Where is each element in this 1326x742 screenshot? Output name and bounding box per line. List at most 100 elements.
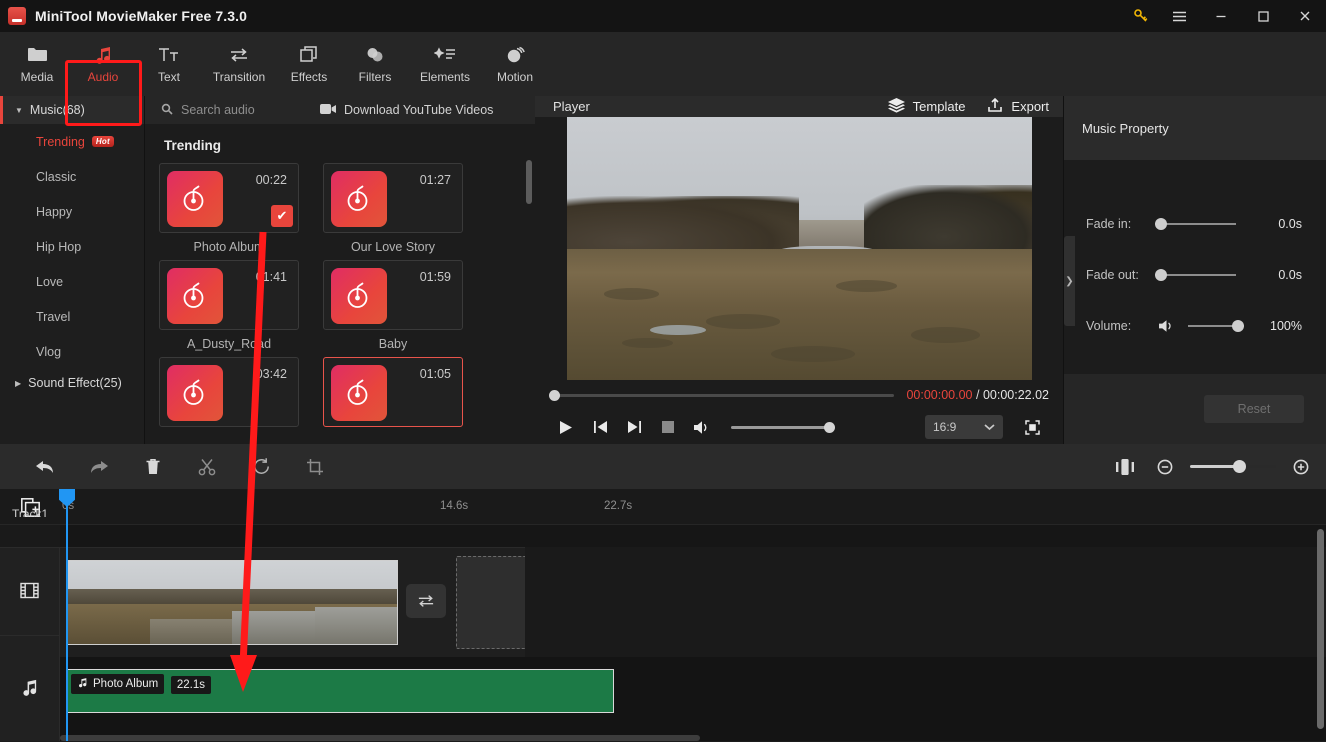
play-icon[interactable] <box>549 412 583 442</box>
ribbon-item-effects[interactable]: Effects <box>276 32 342 96</box>
fade-in-knob[interactable] <box>1155 217 1167 230</box>
sidebar-group-sound-effect[interactable]: ▶ Sound Effect(25) <box>0 369 144 397</box>
audio-card[interactable]: 00:22 ✔ Photo Album <box>159 163 299 254</box>
ribbon-label-audio: Audio <box>87 70 119 84</box>
library-scroll-area[interactable]: Trending 00:22 ✔ Photo Album 01:27 Our L… <box>145 124 535 444</box>
audio-card-box[interactable]: 00:22 ✔ <box>159 163 299 233</box>
fullscreen-icon[interactable] <box>1015 412 1049 442</box>
aspect-ratio-select[interactable]: 16:9 <box>925 415 1003 439</box>
audio-card-box[interactable]: 01:41 <box>159 260 299 330</box>
chevron-right-icon[interactable]: ❯ <box>1064 236 1075 326</box>
timecode-current: 00:00:00.00 <box>906 388 973 402</box>
audio-card[interactable]: 01:05 <box>323 357 463 434</box>
audio-card-name: Baby <box>378 337 408 351</box>
audio-card[interactable]: 01:27 Our Love Story <box>323 163 463 254</box>
reset-button[interactable]: Reset <box>1204 395 1304 423</box>
minimize-icon[interactable] <box>1200 0 1242 32</box>
template-button[interactable]: Template <box>887 97 965 116</box>
redo-icon[interactable] <box>72 445 126 489</box>
ribbon-item-motion[interactable]: Motion <box>482 32 548 96</box>
audio-card-box[interactable]: 01:05 <box>323 357 463 427</box>
volume-knob[interactable] <box>824 421 835 433</box>
player-title: Player <box>553 99 590 114</box>
fade-out-label: Fade out: <box>1086 267 1139 282</box>
volume-property-knob[interactable] <box>1232 319 1244 332</box>
timeline-ruler[interactable]: 0s 14.6s 22.7s <box>0 489 1326 525</box>
audio-card[interactable]: 01:59 Baby <box>323 260 463 351</box>
audio-card-box[interactable]: 01:59 <box>323 260 463 330</box>
sidebar-item-hip-hop[interactable]: Hip Hop <box>0 229 144 264</box>
sidebar-item-classic[interactable]: Classic <box>0 159 144 194</box>
playhead[interactable] <box>59 489 75 741</box>
video-clip[interactable] <box>66 560 398 645</box>
transition-slot-button[interactable] <box>406 584 446 618</box>
audio-clip[interactable]: Photo Album 22.1s <box>66 669 614 713</box>
rotate-icon[interactable] <box>234 445 288 489</box>
undo-icon[interactable] <box>18 445 72 489</box>
seek-knob[interactable] <box>549 389 560 401</box>
timeline-horizontal-scrollbar[interactable] <box>60 735 700 741</box>
audio-track-lane[interactable]: Photo Album 22.1s <box>60 657 1326 741</box>
hamburger-menu-icon[interactable] <box>1158 0 1200 32</box>
zoom-slider-knob[interactable] <box>1233 460 1246 473</box>
fade-out-slider[interactable] <box>1155 268 1236 281</box>
video-track-header[interactable] <box>0 547 60 635</box>
zoom-in-icon[interactable] <box>1290 445 1312 489</box>
close-icon[interactable] <box>1284 0 1326 32</box>
sidebar-item-love[interactable]: Love <box>0 264 144 299</box>
ribbon-item-transition[interactable]: Transition <box>202 32 276 96</box>
music-disc-icon <box>167 171 223 227</box>
volume-slider[interactable] <box>731 421 835 433</box>
fit-to-screen-icon[interactable] <box>1110 445 1140 489</box>
video-thumbnail <box>149 561 232 644</box>
scissors-icon[interactable] <box>180 445 234 489</box>
ribbon-item-media[interactable]: Media <box>4 32 70 96</box>
zoom-out-icon[interactable] <box>1154 445 1176 489</box>
sidebar-item-trending[interactable]: Trending Hot <box>0 124 144 159</box>
fade-in-label: Fade in: <box>1086 216 1132 231</box>
next-frame-icon[interactable] <box>617 412 651 442</box>
sidebar-item-happy[interactable]: Happy <box>0 194 144 229</box>
ribbon-label-media: Media <box>20 70 54 84</box>
timeline-vertical-scrollbar[interactable] <box>1317 529 1324 729</box>
audio-card-duration: 03:42 <box>255 367 287 381</box>
ribbon-item-text[interactable]: Text <box>136 32 202 96</box>
audio-card-box[interactable]: 03:42 <box>159 357 299 427</box>
ribbon-item-filters[interactable]: Filters <box>342 32 408 96</box>
crop-icon[interactable] <box>288 445 342 489</box>
checkmark-icon[interactable]: ✔ <box>271 205 293 227</box>
key-icon[interactable] <box>1124 0 1158 32</box>
media-placeholder-slot[interactable] <box>456 556 525 649</box>
audio-track-header[interactable] <box>0 635 60 741</box>
audio-card-box[interactable]: 01:27 <box>323 163 463 233</box>
ribbon-item-audio[interactable]: Audio <box>70 32 136 96</box>
seek-slider[interactable] <box>549 389 895 401</box>
volume-icon[interactable] <box>1158 319 1180 333</box>
ribbon-item-elements[interactable]: Elements <box>408 32 482 96</box>
stop-icon[interactable] <box>651 412 685 442</box>
add-media-icon[interactable] <box>0 489 60 525</box>
library-vertical-scrollbar[interactable] <box>526 160 532 204</box>
search-box[interactable] <box>145 103 320 118</box>
previous-frame-icon[interactable] <box>583 412 617 442</box>
audio-card[interactable]: 01:41 A_Dusty_Road <box>159 260 299 351</box>
fade-in-row: Fade in: 0.0s <box>1064 198 1326 249</box>
download-youtube-button[interactable]: Download YouTube Videos <box>320 103 493 118</box>
audio-card[interactable]: 03:42 <box>159 357 299 434</box>
search-input[interactable] <box>181 103 301 117</box>
fade-in-slider[interactable] <box>1155 217 1236 230</box>
video-track-lane[interactable] <box>60 547 525 657</box>
timeline-zoom-slider[interactable] <box>1190 460 1276 473</box>
motion-icon <box>505 44 525 66</box>
sidebar-item-travel[interactable]: Travel <box>0 299 144 334</box>
fade-out-knob[interactable] <box>1155 268 1167 281</box>
volume-property-slider[interactable] <box>1188 319 1244 332</box>
volume-icon[interactable] <box>685 412 719 442</box>
video-download-icon <box>320 103 336 118</box>
trash-icon[interactable] <box>126 445 180 489</box>
sidebar-item-vlog[interactable]: Vlog <box>0 334 144 369</box>
zoom-slider-fill <box>1190 465 1239 468</box>
maximize-icon[interactable] <box>1242 0 1284 32</box>
sidebar-group-music[interactable]: ▼ Music(68) <box>0 96 144 124</box>
export-button[interactable]: Export <box>987 97 1049 116</box>
